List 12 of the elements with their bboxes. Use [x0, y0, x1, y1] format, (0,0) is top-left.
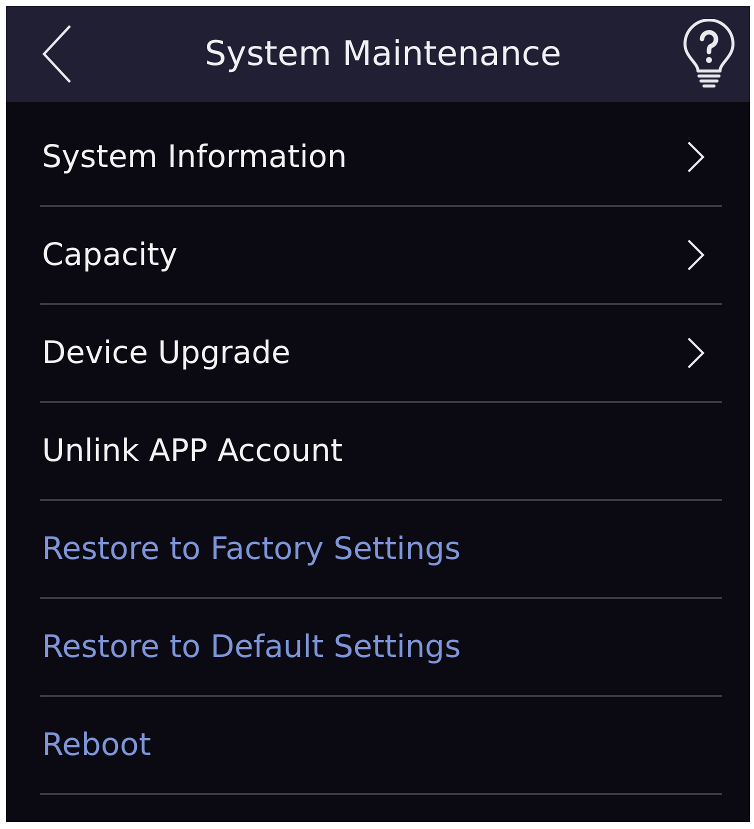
menu-item[interactable]: Reboot	[40, 697, 722, 795]
chevron-right-icon	[687, 337, 705, 369]
menu-item[interactable]: Unlink APP Account	[40, 403, 722, 501]
page-title: System Maintenance	[204, 34, 562, 74]
menu-item[interactable]: Device Upgrade	[40, 305, 722, 403]
menu-item[interactable]: Restore to Factory Settings	[40, 501, 722, 599]
chevron-right-icon	[687, 239, 705, 271]
menu-item[interactable]: Restore to Default Settings	[40, 599, 722, 697]
menu-item[interactable]: System Information	[40, 109, 722, 207]
chevron-right-icon	[687, 141, 705, 173]
back-icon[interactable]	[42, 25, 72, 83]
menu-item[interactable]: Capacity	[40, 207, 722, 305]
